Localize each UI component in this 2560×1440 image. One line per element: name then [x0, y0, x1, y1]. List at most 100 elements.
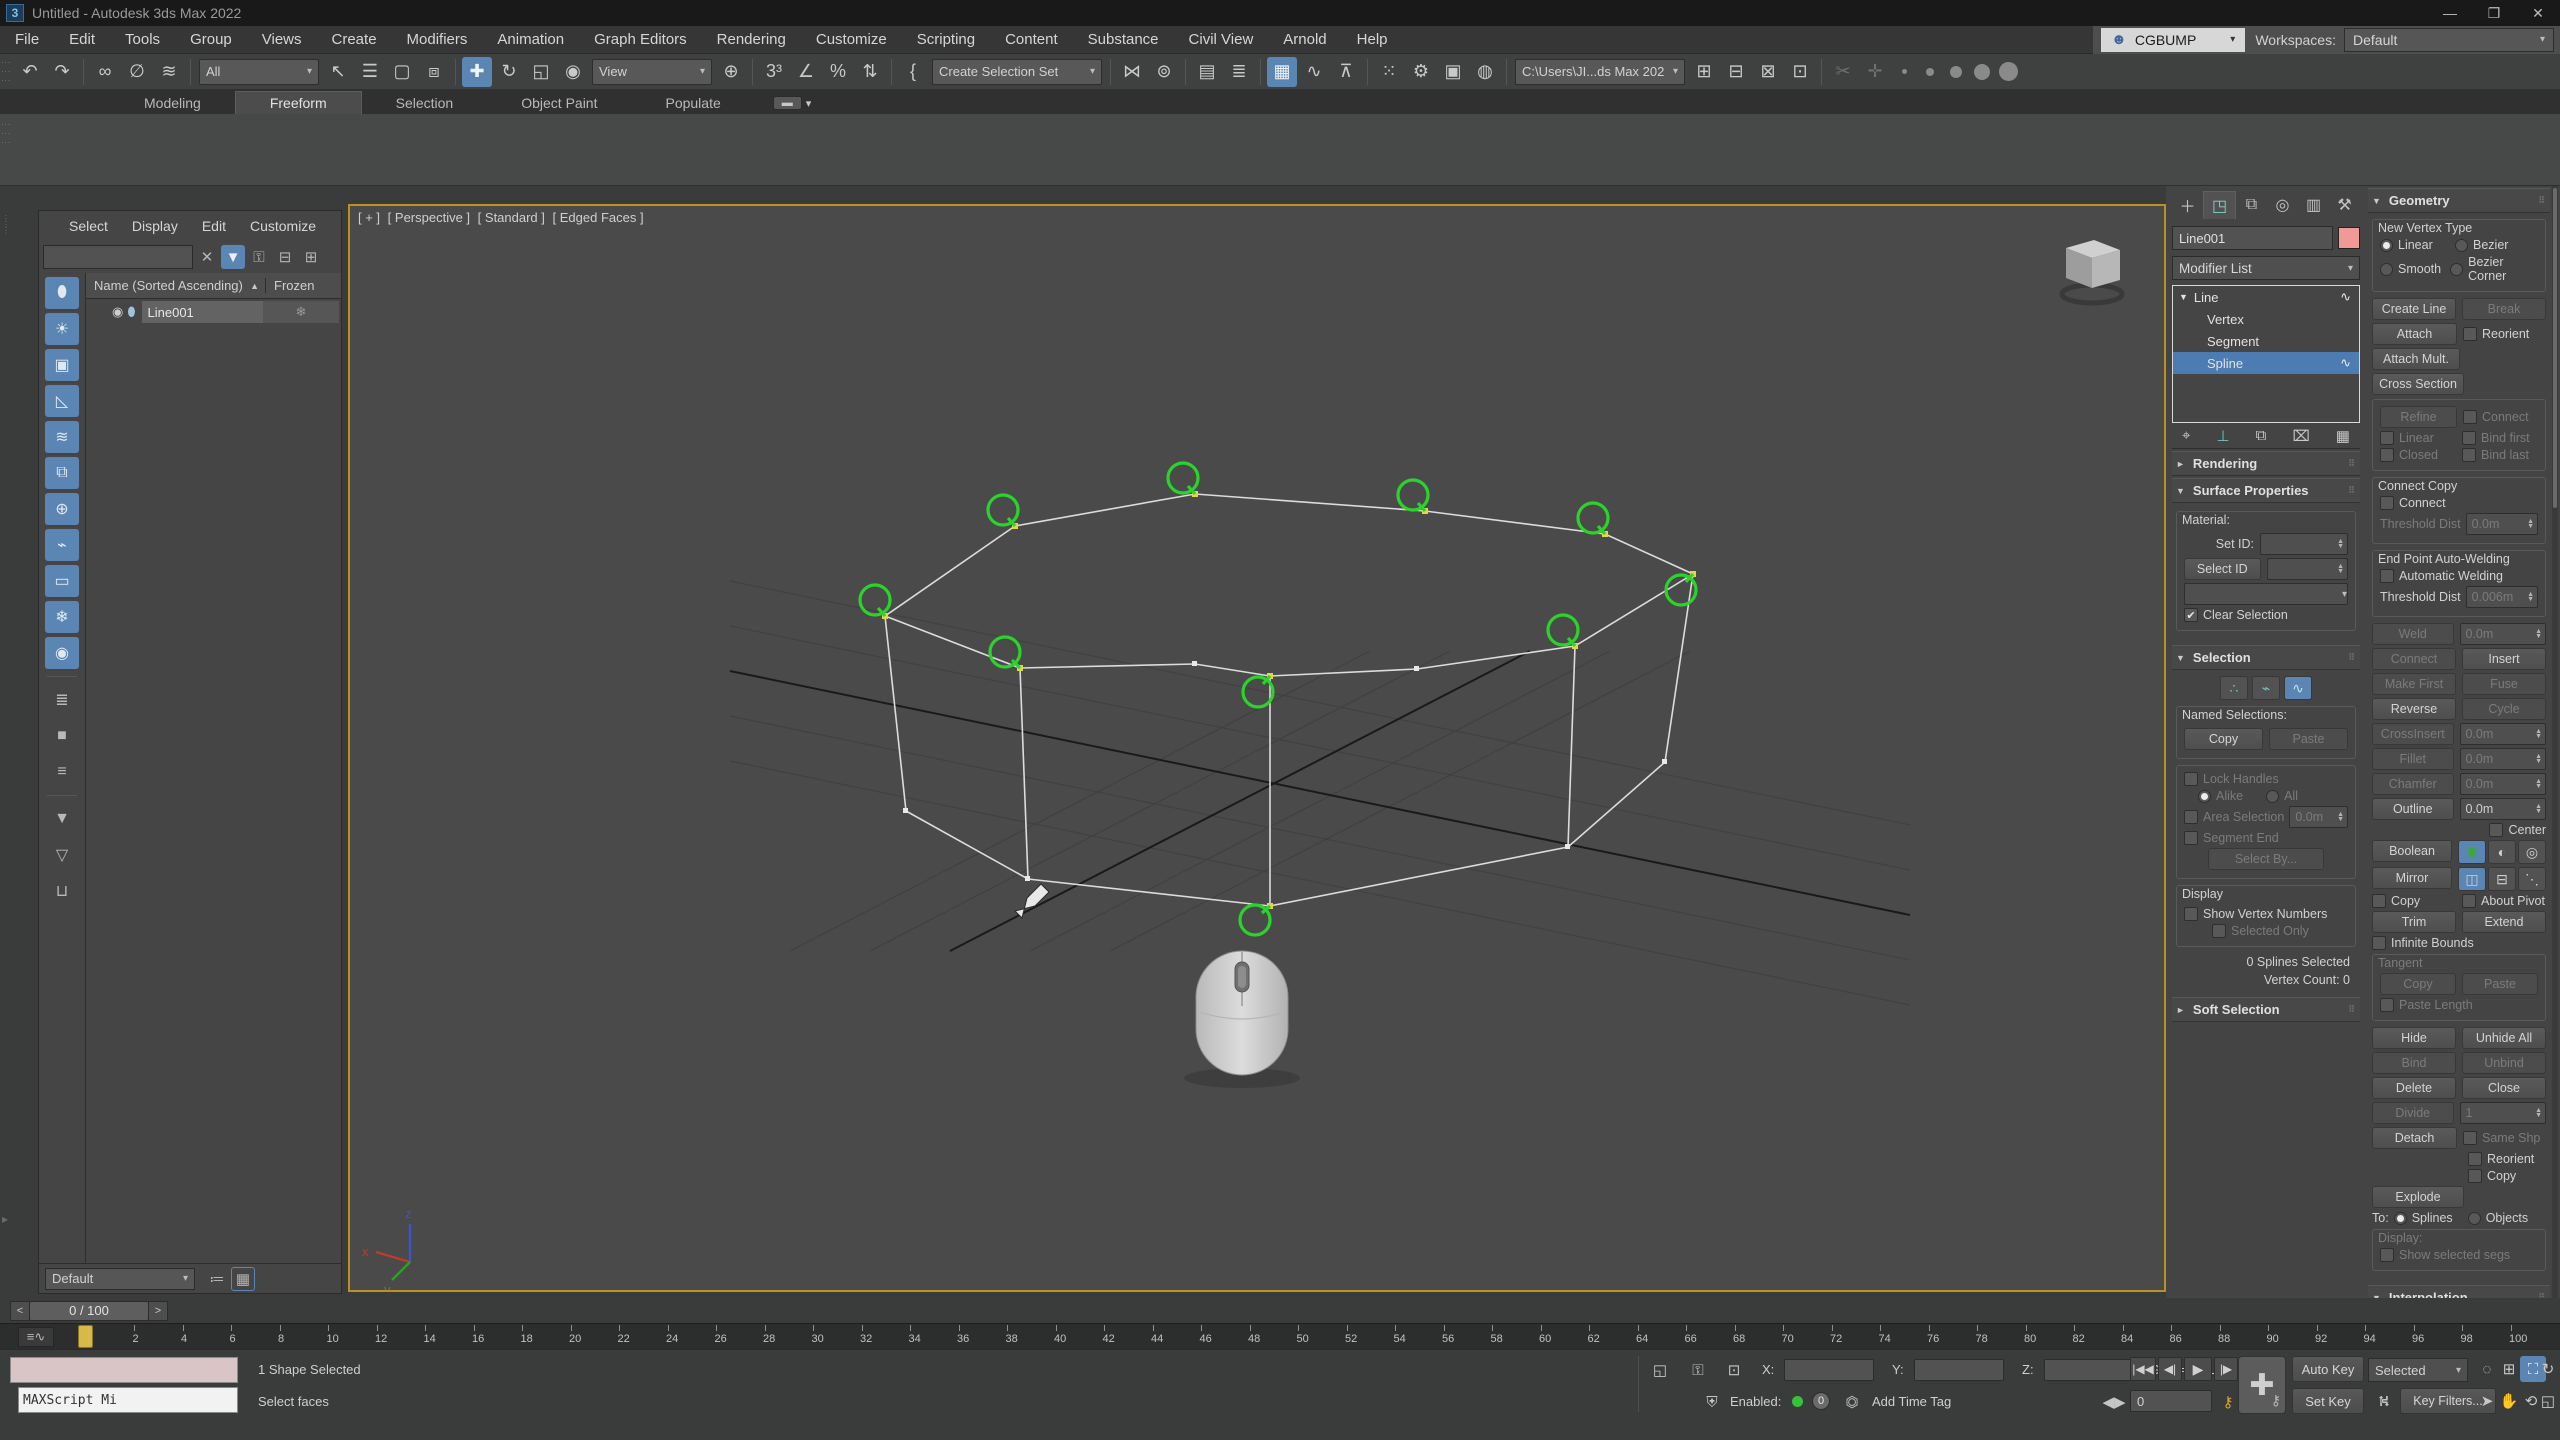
menu-help[interactable]: Help [1342, 26, 1403, 54]
menu-edit[interactable]: Edit [54, 26, 110, 54]
toggle-scene-explorer-icon[interactable]: ▤ [1192, 57, 1222, 87]
render-production-icon[interactable]: ◍ [1470, 57, 1500, 87]
toggle-gizmos-icon[interactable]: ⁙ [1374, 57, 1404, 87]
tab-motion-icon[interactable]: ◎ [2267, 191, 2298, 219]
selected-only-checkbox[interactable] [2212, 924, 2226, 938]
mirror-button[interactable]: Mirror [2372, 867, 2452, 889]
selection-set-dropdown[interactable]: Selected ▾ [2368, 1358, 2468, 1382]
paste-named-selection-button[interactable]: Paste [2269, 728, 2348, 750]
project-tools-icon-3[interactable]: ⊠ [1753, 57, 1783, 87]
select-by-name-icon[interactable]: ☰ [355, 57, 385, 87]
select-and-rotate-icon[interactable]: ↻ [494, 57, 524, 87]
tab-create-icon[interactable]: ＋ [2172, 191, 2203, 219]
menu-civil-view[interactable]: Civil View [1174, 26, 1269, 54]
connect-checkbox[interactable] [2463, 410, 2477, 424]
filter-funnel-icon[interactable]: ▼ [221, 245, 245, 269]
orbit-icon[interactable]: ↻ [2538, 1356, 2558, 1382]
same-shp-checkbox[interactable] [2463, 1131, 2477, 1145]
toolbar-grip[interactable]: ⋮⋮⋮ [2, 58, 8, 85]
delete-button[interactable]: Delete [2372, 1077, 2456, 1099]
previous-frame-arrow[interactable]: < [10, 1301, 30, 1321]
brush-preset-icon-2[interactable] [1917, 57, 1943, 87]
reverse-button[interactable]: Reverse [2372, 698, 2456, 720]
edit-named-selection-sets-icon[interactable]: { [898, 57, 928, 87]
outline-spinner[interactable]: 0.0m▲▼ [2460, 798, 2547, 820]
tab-modify-icon[interactable]: ◳ [2203, 191, 2236, 219]
crossinsert-spinner[interactable]: 0.0m▲▼ [2460, 723, 2547, 745]
percent-snap-icon[interactable]: % [823, 57, 853, 87]
filter-bones-icon[interactable]: ⌁ [45, 529, 79, 561]
boolean-intersection-icon[interactable]: ◎ [2518, 840, 2546, 864]
explorer-grid-icon[interactable]: ▦ [231, 1267, 255, 1291]
filter-lights-icon[interactable]: ☀ [45, 313, 79, 345]
next-frame-button[interactable]: |▶ [2214, 1357, 2238, 1381]
select-object-icon[interactable]: ↖ [323, 57, 353, 87]
infinite-bounds-checkbox[interactable] [2372, 936, 2386, 950]
filter-containers-icon[interactable]: ▭ [45, 565, 79, 597]
chamfer-spinner[interactable]: 0.0m▲▼ [2460, 773, 2547, 795]
crossinsert-button[interactable]: CrossInsert [2372, 723, 2454, 745]
alike-radio[interactable] [2198, 790, 2211, 803]
menu-rendering[interactable]: Rendering [702, 26, 801, 54]
unlink-selection-icon[interactable]: ∅ [122, 57, 152, 87]
select-and-place-icon[interactable]: ◉ [558, 57, 588, 87]
ribbon-tab-populate[interactable]: Populate [631, 92, 754, 114]
configure-modifier-sets-icon[interactable]: ▦ [2336, 427, 2350, 445]
brush-preset-icon-1[interactable] [1891, 57, 1917, 87]
stack-row-line[interactable]: ▼ Line ∿ [2173, 286, 2359, 308]
threshold2-spinner[interactable]: 0.006m▲▼ [2466, 586, 2538, 608]
insert-button[interactable]: Insert [2462, 648, 2546, 670]
angle-snap-icon[interactable]: ∠ [791, 57, 821, 87]
fillet-button[interactable]: Fillet [2372, 748, 2454, 770]
redo-icon[interactable]: ↷ [47, 57, 77, 87]
area-selection-spinner[interactable]: 0.0m▲▼ [2289, 806, 2348, 828]
perspective-viewport[interactable]: [ + ] [ Perspective ] [ Standard ] [ Edg… [348, 204, 2166, 1292]
search-input[interactable] [43, 245, 193, 269]
select-and-link-icon[interactable]: ∞ [90, 57, 120, 87]
filter-groups-icon[interactable]: ⧉ [45, 457, 79, 489]
area-selection-checkbox[interactable] [2184, 810, 2198, 824]
brush-preset-icon-5[interactable] [1995, 57, 2021, 87]
lock-icon[interactable]: ⚿ [247, 245, 271, 269]
viewport-canvas[interactable]: z x y [350, 206, 2164, 1290]
y-coordinate-field[interactable] [1914, 1359, 2004, 1381]
clear-search-icon[interactable]: ✕ [195, 245, 219, 269]
reorient2-checkbox[interactable] [2468, 1152, 2482, 1166]
frame-step-arrows-icon[interactable]: ◀▶ [2104, 1390, 2124, 1414]
mirror-both-icon[interactable]: ⋱ [2518, 867, 2546, 891]
viewport-general-menu[interactable]: [ + ] [358, 210, 380, 225]
project-tools-icon-1[interactable]: ⊞ [1689, 57, 1719, 87]
filter-hidden-icon[interactable]: ◉ [45, 637, 79, 669]
scene-row-name[interactable]: Line001 [142, 301, 263, 323]
isolate-selection-icon[interactable]: ◱ [1648, 1358, 1672, 1382]
chamfer-button[interactable]: Chamfer [2372, 773, 2454, 795]
track-bar[interactable]: ≡∿ 0246810121416182022242628303234363840… [0, 1323, 2560, 1349]
curve-editor-icon[interactable]: ∿ [1299, 57, 1329, 87]
rectangular-selection-region-icon[interactable]: ▢ [387, 57, 417, 87]
reorient-checkbox[interactable] [2463, 327, 2477, 341]
spline-subobject-icon[interactable]: ∿ [2284, 676, 2312, 700]
rollout-geometry[interactable]: ▼ Geometry ⠿ [2368, 188, 2550, 213]
window-crossing-icon[interactable]: ⧈ [419, 57, 449, 87]
menu-scripting[interactable]: Scripting [902, 26, 990, 54]
select-and-scale-icon[interactable]: ◱ [526, 57, 556, 87]
copy-checkbox[interactable] [2372, 894, 2386, 908]
ribbon-tab-object-paint[interactable]: Object Paint [487, 92, 631, 114]
hierarchy-view-icon[interactable]: ⊟ [273, 245, 297, 269]
objects-radio[interactable] [2468, 1212, 2481, 1225]
bind-button[interactable]: Bind [2372, 1052, 2456, 1074]
app-icon[interactable]: 3 [6, 4, 24, 22]
tangent-paste-button[interactable]: Paste [2462, 973, 2538, 995]
filter-cameras-icon[interactable]: ▣ [45, 349, 79, 381]
current-frame-spinner[interactable]: 0 [2130, 1390, 2212, 1412]
clear-filter-icon[interactable]: ▽ [45, 839, 79, 871]
selection-lock-icon[interactable]: ⚿ [1686, 1358, 1710, 1382]
track-bar-playhead[interactable] [78, 1325, 93, 1348]
workspace-dropdown[interactable]: Default ▾ [2344, 28, 2554, 52]
boolean-union-icon[interactable]: ⬮ [2458, 840, 2486, 864]
shield-icon[interactable]: ⛨ [1700, 1390, 1724, 1414]
zoom-all-icon[interactable]: ⊞ [2496, 1356, 2522, 1382]
rollout-interpolation[interactable]: ▼ Interpolation ⠿ [2368, 1285, 2550, 1298]
attach-button[interactable]: Attach [2372, 323, 2457, 345]
filter-spacewarps-icon[interactable]: ≋ [45, 421, 79, 453]
